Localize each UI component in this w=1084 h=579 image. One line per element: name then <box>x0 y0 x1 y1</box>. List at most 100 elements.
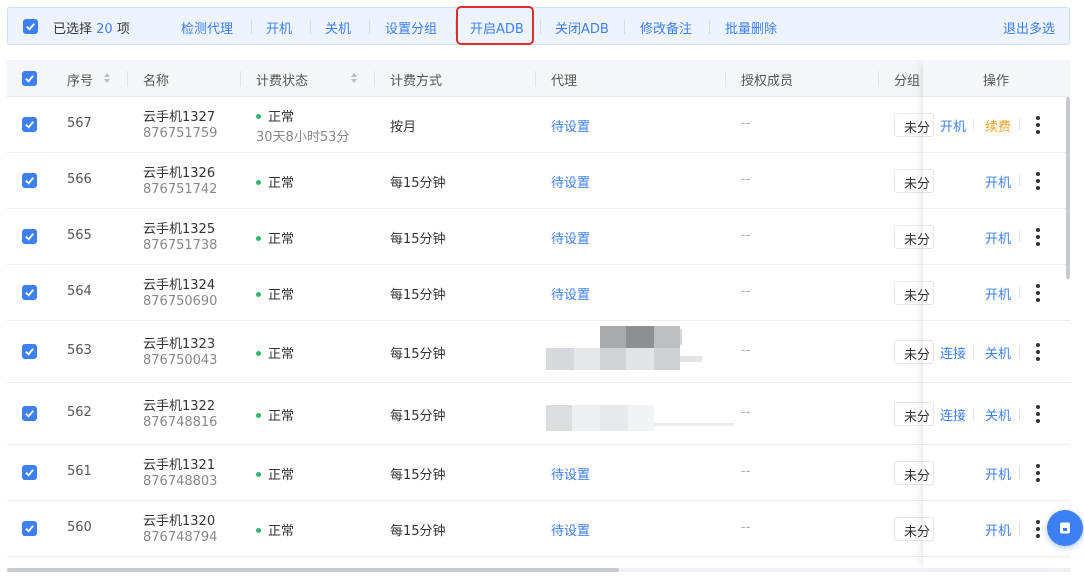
floating-action-button[interactable] <box>1047 510 1083 546</box>
sort-icon[interactable] <box>103 72 111 84</box>
more-icon[interactable] <box>1036 520 1042 541</box>
power-on-link[interactable]: 开机 <box>985 172 1011 191</box>
divider <box>973 346 974 358</box>
device-id: 876748794 <box>143 530 218 545</box>
status-dot-icon <box>256 236 261 241</box>
renew-link[interactable]: 续费 <box>985 116 1011 135</box>
divider <box>374 71 375 87</box>
row-checkbox[interactable] <box>22 285 37 300</box>
group-select[interactable]: 未分 <box>894 169 934 193</box>
more-icon[interactable] <box>1036 116 1042 137</box>
divider <box>1019 175 1020 187</box>
more-icon[interactable] <box>1036 172 1042 193</box>
divider <box>240 71 241 87</box>
row-checkbox[interactable] <box>22 344 37 359</box>
device-name[interactable]: 云手机1324 <box>143 274 215 293</box>
connect-link[interactable]: 连接 <box>940 343 966 362</box>
group-select[interactable]: 未分 <box>894 281 934 305</box>
header-checkbox[interactable] <box>22 71 37 86</box>
power-on-button[interactable]: 开机 <box>266 18 292 37</box>
device-name[interactable]: 云手机1325 <box>143 218 215 237</box>
batch-delete-button[interactable]: 批量删除 <box>725 18 777 37</box>
group-select[interactable]: 未分 <box>894 461 934 485</box>
group-select[interactable]: 未分 <box>894 225 934 249</box>
column-header-billing-status[interactable]: 计费状态 <box>256 70 308 89</box>
table-row[interactable]: 560 云手机1320 876748794 正常 每15分钟 待设置 -- 未分… <box>7 501 1070 557</box>
divider <box>540 20 541 34</box>
row-checkbox[interactable] <box>22 117 37 132</box>
column-header-billing-method: 计费方式 <box>390 74 443 89</box>
device-name[interactable]: 云手机1326 <box>143 162 215 181</box>
table-row[interactable]: 564 云手机1324 876750690 正常 每15分钟 待设置 -- 未分… <box>7 265 1070 321</box>
device-name[interactable]: 云手机1320 <box>143 510 215 529</box>
status-dot-icon <box>256 413 261 418</box>
more-icon[interactable] <box>1036 405 1042 426</box>
more-icon[interactable] <box>1036 343 1042 364</box>
status-badge: 正常 <box>256 106 294 125</box>
edit-remark-button[interactable]: 修改备注 <box>640 18 692 37</box>
members-value: -- <box>741 520 751 535</box>
billing-method: 每15分钟 <box>390 524 446 539</box>
billing-method: 每15分钟 <box>390 468 446 483</box>
table-row[interactable]: 562 云手机1322 876748816 正常 每15分钟 -- 未分 连接 … <box>7 383 1070 445</box>
power-off-link[interactable]: 关机 <box>985 343 1011 362</box>
group-select[interactable]: 未分 <box>894 402 934 426</box>
row-checkbox[interactable] <box>22 406 37 421</box>
power-on-link[interactable]: 开机 <box>985 284 1011 303</box>
device-name[interactable]: 云手机1322 <box>143 395 215 414</box>
status-dot-icon <box>256 528 261 533</box>
row-checkbox[interactable] <box>22 173 37 188</box>
proxy-link[interactable]: 待设置 <box>551 520 590 539</box>
members-value: -- <box>741 343 751 358</box>
status-badge: 正常 <box>256 343 294 362</box>
divider <box>1019 408 1020 420</box>
exit-multi-select-button[interactable]: 退出多选 <box>1003 18 1055 37</box>
status-dot-icon <box>256 472 261 477</box>
row-seq: 564 <box>67 284 92 299</box>
row-checkbox[interactable] <box>22 521 37 536</box>
proxy-link[interactable]: 待设置 <box>551 116 590 135</box>
more-icon[interactable] <box>1036 464 1042 485</box>
table-row[interactable]: 565 云手机1325 876751738 正常 每15分钟 待设置 -- 未分… <box>7 209 1070 265</box>
power-on-link[interactable]: 开机 <box>940 116 966 135</box>
connect-link[interactable]: 连接 <box>940 405 966 424</box>
group-select[interactable]: 未分 <box>894 517 934 541</box>
more-icon[interactable] <box>1036 228 1042 249</box>
proxy-link[interactable]: 待设置 <box>551 284 590 303</box>
more-icon[interactable] <box>1036 284 1042 305</box>
device-name[interactable]: 云手机1327 <box>143 106 215 125</box>
power-on-link[interactable]: 开机 <box>985 228 1011 247</box>
disable-adb-button[interactable]: 关闭ADB <box>555 18 609 37</box>
detect-proxy-button[interactable]: 检测代理 <box>181 18 233 37</box>
table-row[interactable]: 561 云手机1321 876748803 正常 每15分钟 待设置 -- 未分… <box>7 445 1070 501</box>
proxy-link[interactable]: 待设置 <box>551 464 590 483</box>
set-group-button[interactable]: 设置分组 <box>385 18 437 37</box>
divider <box>535 71 536 87</box>
vertical-scrollbar[interactable] <box>1066 97 1070 279</box>
power-on-link[interactable]: 开机 <box>985 520 1011 539</box>
divider <box>1019 287 1020 299</box>
sort-icon[interactable] <box>350 72 358 84</box>
device-name[interactable]: 云手机1321 <box>143 454 215 473</box>
device-name[interactable]: 云手机1323 <box>143 333 215 352</box>
row-seq: 560 <box>67 520 92 535</box>
table-row[interactable]: 567 云手机1327 876751759 正常 30天8小时53分 按月 待设… <box>7 97 1070 153</box>
table-row[interactable]: 566 云手机1326 876751742 正常 每15分钟 待设置 -- 未分… <box>7 153 1070 209</box>
table-row[interactable]: 563 云手机1323 876750043 正常 每15分钟 -- 未分 连接 … <box>7 321 1070 383</box>
power-off-button[interactable]: 关机 <box>325 18 351 37</box>
select-all-checkbox[interactable] <box>23 19 38 34</box>
row-seq: 563 <box>67 343 92 358</box>
proxy-link[interactable]: 待设置 <box>551 228 590 247</box>
column-header-seq[interactable]: 序号 <box>67 70 93 89</box>
divider <box>310 20 311 34</box>
proxy-link[interactable]: 待设置 <box>551 172 590 191</box>
group-select[interactable]: 未分 <box>894 340 934 364</box>
horizontal-scrollbar[interactable] <box>7 568 619 572</box>
highlight-box <box>456 6 534 45</box>
group-select[interactable]: 未分 <box>894 113 934 137</box>
row-checkbox[interactable] <box>22 229 37 244</box>
power-on-link[interactable]: 开机 <box>985 464 1011 483</box>
row-checkbox[interactable] <box>22 465 37 480</box>
power-off-link[interactable]: 关机 <box>985 405 1011 424</box>
divider <box>1019 467 1020 479</box>
